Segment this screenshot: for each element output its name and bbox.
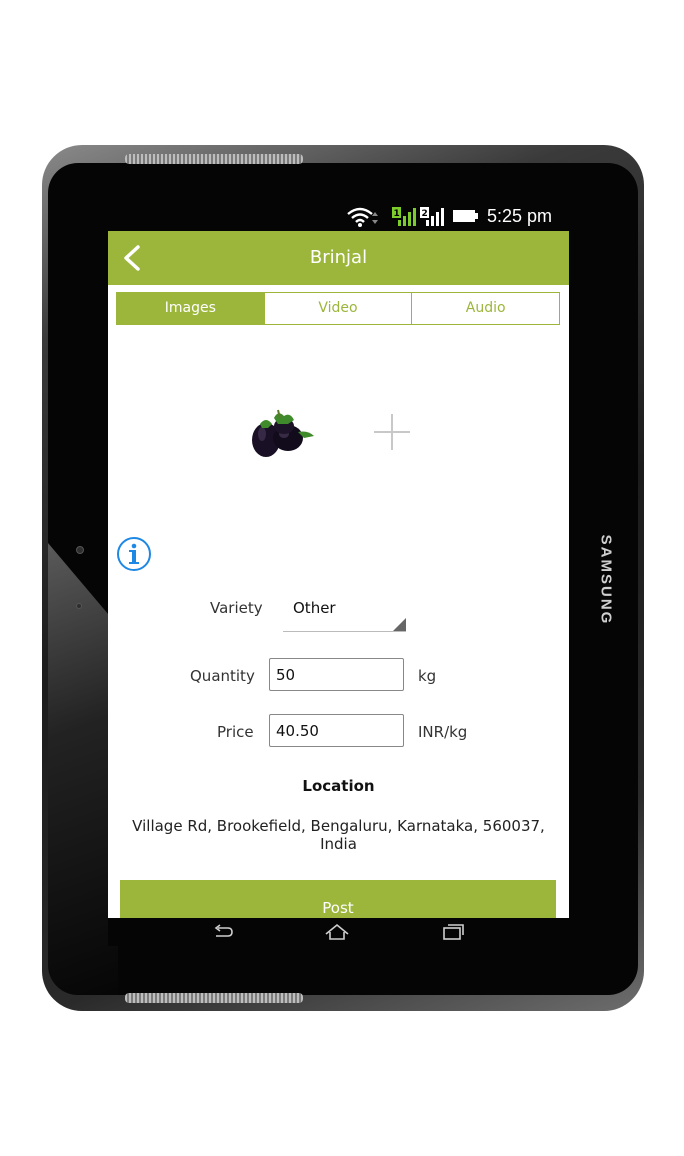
front-camera [76, 546, 84, 554]
battery-icon [453, 210, 478, 222]
app-bar: Brinjal [108, 231, 569, 285]
status-time: 5:25 pm [487, 206, 553, 226]
variety-selected-value: Other [293, 599, 336, 617]
sim2-label: 2 [422, 209, 428, 219]
back-icon[interactable] [210, 922, 236, 942]
info-icon[interactable] [116, 536, 152, 572]
sim2-signal-icon: 2 [420, 207, 444, 226]
recents-icon[interactable] [440, 922, 466, 942]
location-title: Location [302, 777, 375, 795]
sim1-signal-icon: 1 [392, 207, 416, 226]
wifi-icon [347, 207, 378, 227]
dropdown-arrow-icon [393, 618, 406, 631]
bottom-speaker-grille [125, 993, 303, 1003]
media-tabs: Images Video Audio [116, 292, 560, 325]
quantity-field[interactable] [269, 658, 404, 691]
tab-video[interactable]: Video [263, 293, 412, 324]
status-bar: 1 2 5:25 pm [340, 204, 570, 230]
post-button[interactable]: Post [120, 880, 556, 918]
brinjal-photo[interactable] [248, 406, 320, 464]
home-icon[interactable] [324, 922, 350, 942]
quantity-unit: kg [418, 667, 437, 685]
page-title: Brinjal [309, 247, 368, 268]
light-sensor [76, 603, 82, 609]
top-speaker-grille [125, 154, 303, 164]
sim1-label: 1 [394, 209, 400, 219]
price-unit: INR/kg [418, 723, 468, 741]
plus-icon[interactable] [372, 412, 412, 452]
device-brand-logo: SAMSUNG [597, 534, 615, 626]
quantity-label: Quantity [190, 667, 255, 685]
tab-images[interactable]: Images [117, 293, 264, 324]
system-nav-bar [108, 918, 569, 946]
location-address: Village Rd, Brookefield, Bengaluru, Karn… [132, 817, 545, 853]
tab-audio[interactable]: Audio [411, 293, 559, 324]
price-field[interactable] [269, 714, 404, 747]
price-label: Price [217, 723, 254, 741]
variety-label: Variety [210, 599, 263, 617]
app-screen: Brinjal Images Video Audio Variety Other… [108, 231, 569, 918]
variety-dropdown[interactable]: Other [283, 593, 406, 632]
